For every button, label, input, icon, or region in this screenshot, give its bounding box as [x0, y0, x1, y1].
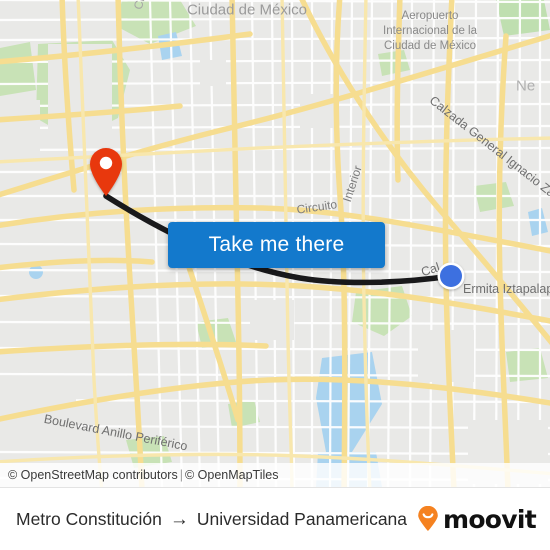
trip-footer-bar: Metro Constitución → Universidad Panamer…	[0, 487, 550, 550]
take-me-there-button[interactable]: Take me there	[168, 222, 385, 268]
origin-marker[interactable]	[437, 262, 465, 290]
attribution-separator: |	[179, 468, 183, 482]
map-canvas[interactable]: Ciudad de México Aeropuerto Internacional …	[0, 0, 550, 487]
map-label-ermita-iztapalapa: Ermita Iztapalapa	[463, 282, 550, 296]
moovit-wordmark: moovit	[442, 504, 537, 534]
moovit-logo[interactable]: moovit	[415, 504, 537, 534]
trip-origin-label: Metro Constitución	[16, 508, 162, 529]
attribution-tiles[interactable]: © OpenMapTiles	[185, 468, 279, 482]
map-label-ciudad-de-mexico: Ciudad de México	[187, 1, 307, 18]
map-label-aeropuerto-l1: Aeropuerto	[402, 10, 459, 22]
map-attribution: © OpenStreetMap contributors | © OpenMapTi…	[0, 463, 550, 487]
trip-summary: Metro Constitución → Universidad Panamer…	[16, 509, 415, 530]
map-label-aeropuerto-l2: Internacional de la	[383, 25, 478, 37]
attribution-osm[interactable]: © OpenStreetMap contributors	[8, 468, 178, 482]
moovit-pin-icon	[418, 506, 438, 531]
map-label-aeropuerto-l3: Ciudad de México	[384, 40, 476, 52]
map-label-neza: Ne	[516, 77, 535, 94]
moovit-trip-map-screen: Ciudad de México Aeropuerto Internacional …	[0, 0, 550, 550]
trip-destination-label: Universidad Panamericana	[196, 508, 408, 529]
arrow-right-icon: →	[169, 508, 189, 530]
